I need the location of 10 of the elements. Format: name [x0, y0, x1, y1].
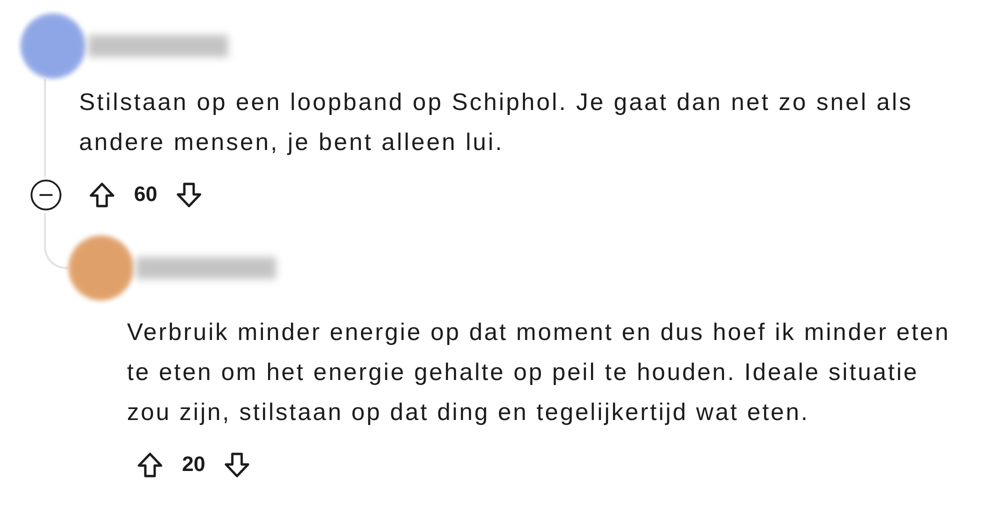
upvote-icon[interactable] [136, 451, 164, 479]
comment-text: Verbruik minder energie op dat moment en dus hoef ik minder eten te eten om het energie gehalte op peil te houden. Ideale situatie zou zijn, stilstaan op dat ding en tegelijkertijd wat eten. [127, 318, 952, 428]
comment-text: Stilstaan op een loopband op Schiphol. Je gaat dan net zo snel als andere mensen, je bent alleen lui. [79, 88, 914, 158]
downvote-icon[interactable] [175, 181, 204, 209]
upvote-icon[interactable] [88, 181, 116, 209]
vote-count: 20 [182, 453, 206, 477]
thread-connector [44, 213, 68, 269]
vote-count: 60 [134, 183, 158, 207]
downvote-icon[interactable] [223, 451, 252, 479]
collapse-icon[interactable] [30, 179, 62, 211]
